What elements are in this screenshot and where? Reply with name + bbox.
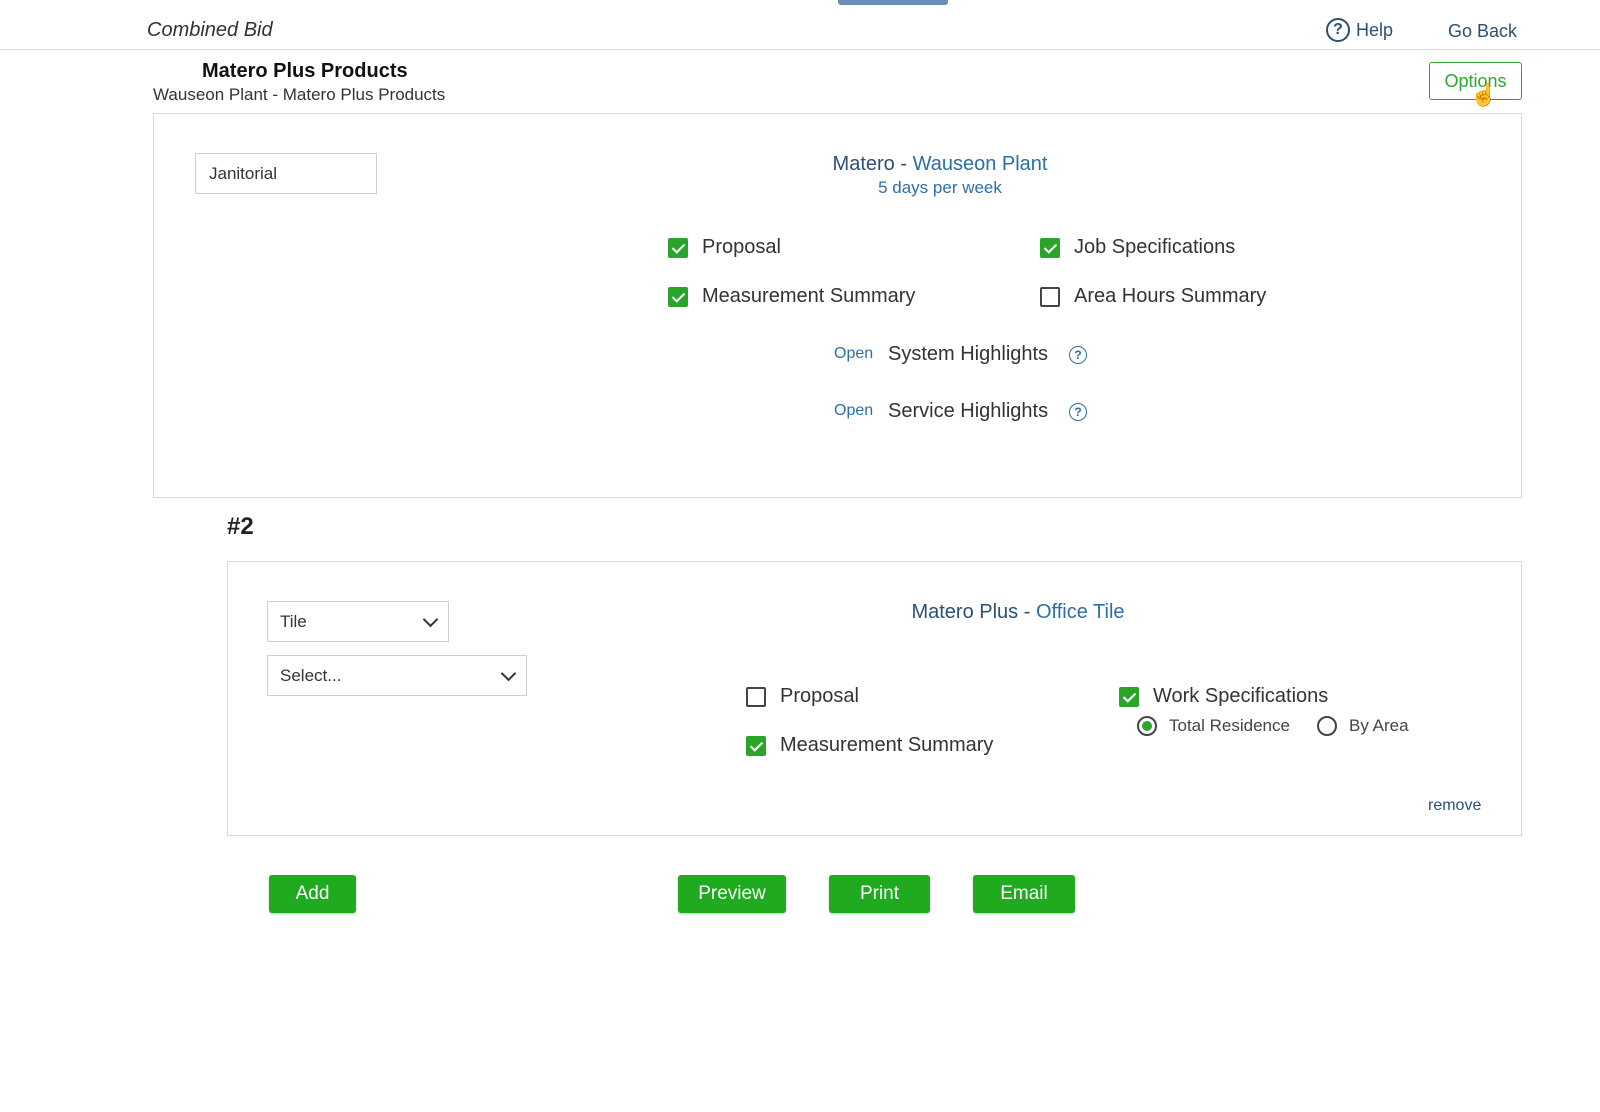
checkbox-checked-icon[interactable] [1119,686,1139,707]
chevron-down-icon [422,611,439,627]
proposal-checkbox-2[interactable]: Proposal [746,685,859,708]
type-select[interactable]: Tile [267,601,449,642]
site-title-prefix: Matero - [832,153,913,175]
site-title-2: Matero Plus - Office Tile [818,601,1218,624]
help-link[interactable]: ? Help [1326,18,1393,42]
preview-button[interactable]: Preview [678,875,786,913]
email-button[interactable]: Email [973,875,1075,913]
active-tab-indicator [838,0,948,5]
question-icon[interactable]: ? [1069,403,1087,421]
help-label: Help [1356,19,1394,40]
product-subtitle: Wauseon Plant - Matero Plus Products [153,85,446,104]
checkbox-checked-icon[interactable] [668,237,688,258]
chevron-down-icon [500,665,517,681]
site-title-prefix: Matero Plus - [911,601,1036,623]
total-residence-radio[interactable]: Total Residence [1137,716,1290,736]
remove-link[interactable]: remove [1428,797,1481,815]
site-title-1: Matero - Wauseon Plant [740,153,1140,176]
hand-pointer-icon: ☝ [1470,82,1498,107]
checkbox-label: Measurement Summary [702,285,916,307]
checkbox-checked-icon[interactable] [668,286,688,307]
service-highlights-label: Service Highlights [888,400,1049,422]
checkbox-checked-icon[interactable] [1040,237,1060,258]
product-title: Matero Plus Products [202,60,408,82]
checkbox-label: Work Specifications [1153,685,1329,707]
header-divider [0,49,1600,50]
proposal-checkbox[interactable]: Proposal [668,236,781,259]
work-specifications-checkbox[interactable]: Work Specifications [1119,685,1328,708]
area-hours-summary-checkbox[interactable]: Area Hours Summary [1040,285,1266,308]
radio-unselected-icon[interactable] [1317,716,1337,736]
site-frequency: 5 days per week [878,178,1002,197]
checkbox-label: Proposal [780,685,859,707]
system-highlights-label: System Highlights [888,343,1049,365]
checkbox-label: Proposal [702,236,781,258]
checkbox-unchecked-icon[interactable] [746,686,766,707]
job-specifications-checkbox[interactable]: Job Specifications [1040,236,1235,259]
service-type-field[interactable]: Janitorial [195,153,377,194]
item-select-value: Select... [280,665,342,685]
page-title: Combined Bid [147,19,273,41]
radio-selected-icon[interactable] [1137,716,1157,736]
question-icon[interactable]: ? [1069,346,1087,364]
site-title-name: Office Tile [1035,601,1125,623]
section-number: #2 [227,513,254,540]
checkbox-label: Measurement Summary [780,734,994,756]
radio-label: By Area [1349,716,1409,735]
checkbox-checked-icon[interactable] [746,735,766,756]
site-title-name: Wauseon Plant [912,153,1048,175]
radio-label: Total Residence [1169,716,1290,735]
help-icon: ? [1326,18,1350,42]
open-service-highlights-link[interactable]: Open [834,402,873,420]
measurement-summary-checkbox-2[interactable]: Measurement Summary [746,734,993,757]
checkbox-unchecked-icon[interactable] [1040,286,1060,307]
by-area-radio[interactable]: By Area [1317,716,1409,736]
item-select[interactable]: Select... [267,655,527,696]
checkbox-label: Job Specifications [1074,236,1236,258]
add-button[interactable]: Add [269,875,356,913]
print-button[interactable]: Print [829,875,930,913]
measurement-summary-checkbox[interactable]: Measurement Summary [668,285,915,308]
go-back-link[interactable]: Go Back [1448,21,1517,42]
open-system-highlights-link[interactable]: Open [834,345,873,363]
type-select-value: Tile [280,611,307,631]
checkbox-label: Area Hours Summary [1074,285,1267,307]
